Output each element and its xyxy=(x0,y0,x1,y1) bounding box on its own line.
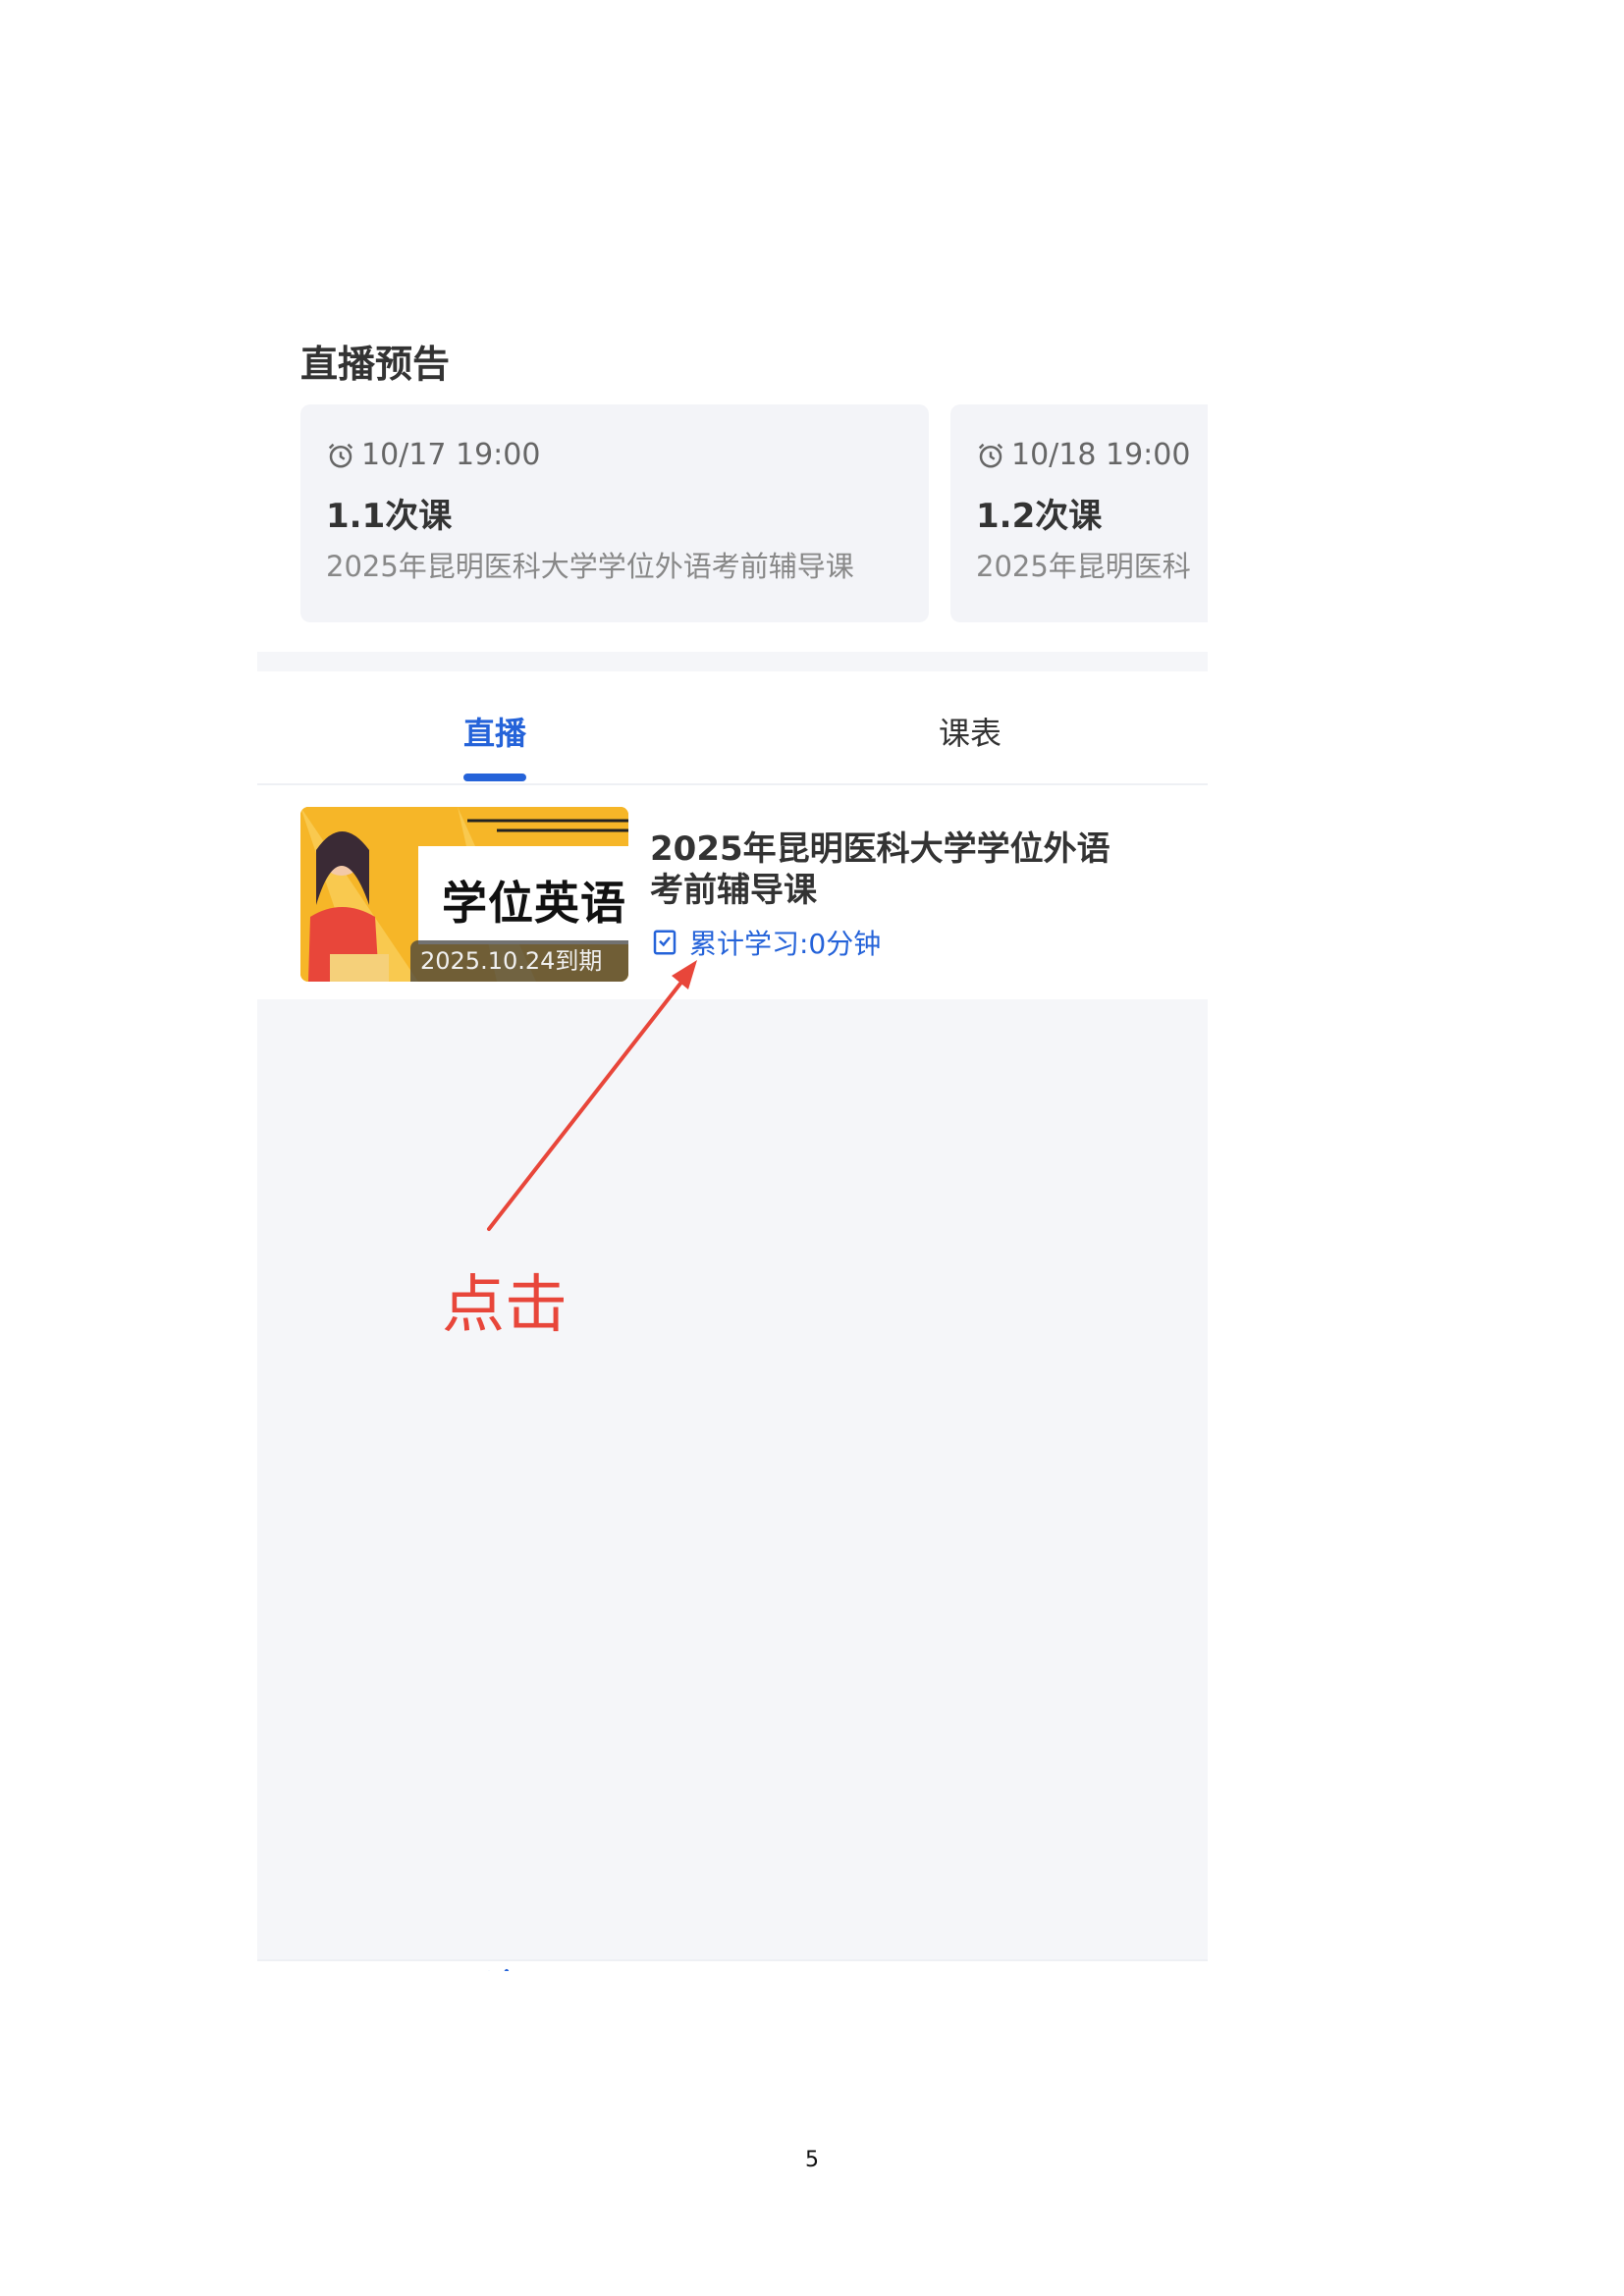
alarm-clock-icon xyxy=(328,443,353,467)
study-time[interactable]: 累计学习:0分钟 xyxy=(650,923,881,962)
nav-item-mine[interactable]: 我的 xyxy=(913,1967,1031,1971)
study-time-text: 累计学习:0分钟 xyxy=(689,928,882,960)
card-time-text: 10/17 19:00 xyxy=(361,438,541,472)
tab-schedule[interactable]: 课表 xyxy=(872,709,1068,754)
live-preview-carousel[interactable]: 10/17 19:00 1.1次课 2025年昆明医科大学学位外语考前辅导课 1… xyxy=(300,404,1208,622)
bookmark-icon xyxy=(653,930,677,955)
page-number: 5 xyxy=(805,2148,819,2172)
alarm-clock-icon xyxy=(978,443,1003,467)
list-empty-area xyxy=(257,999,1208,1959)
card-time: 10/17 19:00 xyxy=(326,438,540,472)
course-list-item[interactable]: 学位英语 2025.10.24到期 2025年昆明医科大学学位外语考前辅导课 累… xyxy=(257,785,1208,999)
card-course-name: 2025年昆明医科大学学位外语考前辅导课 xyxy=(326,550,854,583)
bottom-nav: 学习 我的 xyxy=(257,1959,1208,1971)
tab-bar: 直播 课表 xyxy=(257,671,1208,785)
expiry-badge: 2025.10.24到期 xyxy=(410,940,628,982)
app-screen: 直播预告 10/17 19:00 1.1次课 2025年昆明医科大学学位外语考前… xyxy=(257,312,1208,1971)
tv-play-icon xyxy=(489,1969,509,1971)
nav-item-study[interactable]: 学习 xyxy=(438,1967,556,1971)
card-lesson-name: 1.2次课 xyxy=(976,497,1103,536)
course-title[interactable]: 2025年昆明医科大学学位外语考前辅导课 xyxy=(650,828,1111,911)
live-preview-card[interactable]: 10/17 19:00 1.1次课 2025年昆明医科大学学位外语考前辅导课 xyxy=(300,404,929,622)
card-time-text: 10/18 19:00 xyxy=(1011,438,1191,472)
section-divider xyxy=(257,652,1208,671)
card-lesson-name: 1.1次课 xyxy=(326,497,453,536)
tab-live[interactable]: 直播 xyxy=(397,709,593,754)
course-thumbnail[interactable]: 学位英语 2025.10.24到期 xyxy=(300,807,628,982)
tab-active-indicator xyxy=(463,774,526,781)
user-avatar-icon xyxy=(945,1967,1000,1971)
thumbnail-title: 学位英语 xyxy=(442,877,626,930)
click-annotation-label: 点击 xyxy=(442,1269,568,1342)
card-time: 10/18 19:00 xyxy=(976,438,1190,472)
card-course-name: 2025年昆明医科 xyxy=(976,550,1191,583)
live-preview-card[interactable]: 10/18 19:00 1.2次课 2025年昆明医科 xyxy=(950,404,1208,622)
live-preview-title: 直播预告 xyxy=(300,343,451,386)
